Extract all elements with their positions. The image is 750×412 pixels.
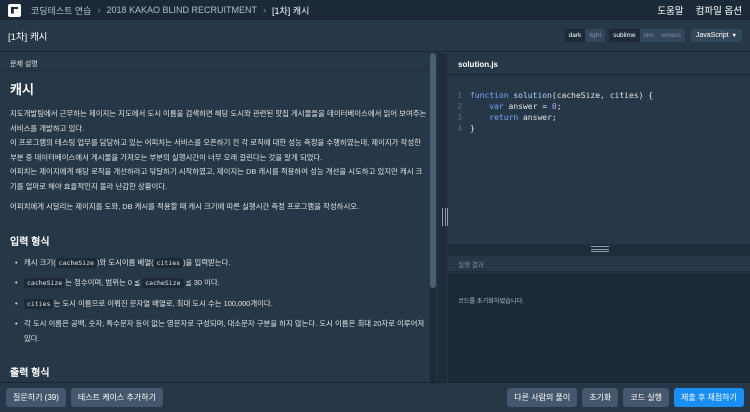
code-line: 4 }	[448, 123, 750, 134]
problem-panel: 문제 설명 캐시 지도개발팀에서 근무하는 제이지는 지도에서 도시 이름을 검…	[0, 53, 437, 382]
inline-code: cacheSize	[24, 278, 66, 288]
result-message: 코드를 초기화하였습니다.	[458, 298, 525, 305]
help-link[interactable]: 도움말	[657, 3, 683, 17]
editor-toggles: dark light sublime vim emacs JavaScript ▼	[564, 29, 742, 42]
code-token: answer =	[503, 102, 552, 111]
text: 는 정수이며, 범위는 0 ≦	[65, 278, 143, 287]
theme-light-option[interactable]: light	[585, 29, 605, 42]
editor-filename: solution.js	[448, 53, 750, 75]
add-testcase-button[interactable]: 테스트 케이스 추가하기	[70, 388, 163, 407]
code-text: }	[470, 124, 475, 133]
code-token: answer;	[518, 113, 557, 122]
breadcrumb-item-coding-test[interactable]: 코딩테스트 연습	[31, 4, 91, 17]
keyword: return	[489, 113, 519, 122]
drag-handle-icon[interactable]	[591, 246, 609, 252]
list-item: 캐시 크기(cacheSize)와 도시이름 배열(cities)을 입력받는다…	[15, 256, 427, 271]
line-number: 3	[457, 113, 462, 122]
top-bar: 코딩테스트 연습 › 2018 KAKAO BLIND RECRUITMENT …	[0, 0, 750, 20]
keymap-vim-option[interactable]: vim	[640, 29, 658, 42]
problem-title: [1차] 캐시	[8, 31, 48, 43]
problem-section-label: 문제 설명	[0, 53, 437, 71]
code-line: 3 return answer;	[448, 112, 750, 123]
chevron-right-icon: ›	[97, 5, 101, 15]
code-text: function solution(cacheSize, cities) {	[470, 90, 653, 101]
chevron-right-icon: ›	[263, 5, 267, 15]
top-nav: 도움말 컴파일 옵션	[657, 3, 742, 17]
result-output: 코드를 초기화하였습니다.	[448, 273, 750, 382]
line-number: 2	[457, 102, 462, 111]
list-item: cacheSize는 정수이며, 범위는 0 ≦ cacheSize ≦ 30 …	[15, 276, 427, 291]
problem-paragraph: 어피치는 제이지에게 해당 로직을 개선하라고 닦달하기 시작하였고, 제이지는…	[10, 167, 423, 191]
text: ≦ 30 이다.	[183, 278, 220, 287]
scrollbar-thumb[interactable]	[430, 53, 436, 288]
others-solution-button[interactable]: 다른 사람의 풀이	[507, 388, 578, 407]
problem-paragraph: 어피치에게 시달리는 제이지를 도와, DB 캐시를 적용할 때 캐시 크기에 …	[10, 202, 360, 211]
programmers-logo-icon[interactable]	[8, 3, 21, 17]
keyword: var	[489, 102, 504, 111]
text: 각 도시 이름은 공백, 숫자, 특수문자 등이 없는 영문자로 구성되며, 대…	[24, 319, 425, 343]
run-code-button[interactable]: 코드 실행	[623, 388, 670, 407]
input-format-heading: 입력 형식	[10, 236, 50, 248]
code-text: return answer;	[470, 112, 557, 123]
input-format-list: 캐시 크기(cacheSize)와 도시이름 배열(cities)을 입력받는다…	[10, 256, 427, 347]
result-label: 실행 결과	[448, 256, 750, 272]
line-number: 4	[457, 124, 462, 133]
code-line: 1 function solution(cacheSize, cities) {	[448, 90, 750, 101]
problem-scrollbar[interactable]	[430, 53, 436, 382]
language-select-value: JavaScript	[695, 32, 729, 39]
theme-dark-option[interactable]: dark	[564, 29, 586, 42]
submit-button[interactable]: 제출 후 채점하기	[674, 388, 744, 407]
language-select[interactable]: JavaScript ▼	[690, 29, 742, 42]
text: 는 도시 이름으로 이뤄진 문자열 배열로, 최대 도시 수는 100,000개…	[53, 298, 273, 308]
reset-button[interactable]: 초기화	[582, 388, 619, 407]
text: )을 입력받는다.	[183, 257, 231, 267]
output-format-heading: 출력 형식	[10, 368, 50, 379]
problem-paragraph: 이 프로그램의 테스팅 업무를 담당하고 있는 어피치는 서비스를 오픈하기 전…	[10, 138, 421, 162]
code-editor[interactable]: 1 function solution(cacheSize, cities) {…	[448, 76, 750, 244]
caret-down-icon: ▼	[731, 33, 737, 39]
code-text: var answer = 0;	[470, 101, 562, 112]
problem-content: 캐시 지도개발팀에서 근무하는 제이지는 지도에서 도시 이름을 검색하면 해당…	[0, 71, 437, 379]
code-token: ;	[556, 102, 562, 111]
list-item: cities는 도시 이름으로 이뤄진 문자열 배열로, 최대 도시 수는 10…	[15, 297, 427, 312]
problem-paragraph: 지도개발팀에서 근무하는 제이지는 지도에서 도시 이름을 검색하면 해당 도시…	[10, 109, 427, 133]
problem-heading: 캐시	[10, 82, 34, 97]
theme-toggle: dark light	[564, 29, 606, 42]
compile-options-link[interactable]: 컴파일 옵션	[696, 3, 742, 17]
question-button[interactable]: 질문하기 (39)	[6, 388, 66, 407]
inline-code: cacheSize	[55, 257, 97, 268]
inline-code: cities	[24, 298, 54, 309]
code-line: 2 var answer = 0;	[448, 101, 750, 112]
list-item: 각 도시 이름은 공백, 숫자, 특수문자 등이 없는 영문자로 구성되며, 대…	[15, 317, 427, 346]
keyword: function	[470, 91, 509, 100]
problem-header: [1차] 캐시 dark light sublime vim emacs Jav…	[0, 20, 750, 52]
breadcrumb-item-current: [1차] 캐시	[272, 5, 310, 16]
line-number: 1	[457, 91, 462, 100]
keymap-sublime-option[interactable]: sublime	[609, 29, 640, 42]
inline-code: cities	[153, 257, 184, 268]
bottom-toolbar: 질문하기 (39) 테스트 케이스 추가하기 다른 사람의 풀이 초기화 코드 …	[0, 382, 750, 412]
function-name: solution	[513, 91, 552, 100]
breadcrumb-item-recruitment[interactable]: 2018 KAKAO BLIND RECRUITMENT	[106, 5, 257, 15]
code-token: (cacheSize, cities) {	[551, 91, 654, 100]
keymap-emacs-option[interactable]: emacs	[658, 29, 685, 42]
inline-code: cacheSize	[142, 278, 184, 288]
breadcrumb: 코딩테스트 연습 › 2018 KAKAO BLIND RECRUITMENT …	[31, 4, 309, 17]
text: )와 도시이름 배열(	[96, 257, 154, 267]
keymap-toggle: sublime vim emacs	[609, 29, 685, 42]
text: 캐시 크기(	[24, 257, 56, 267]
